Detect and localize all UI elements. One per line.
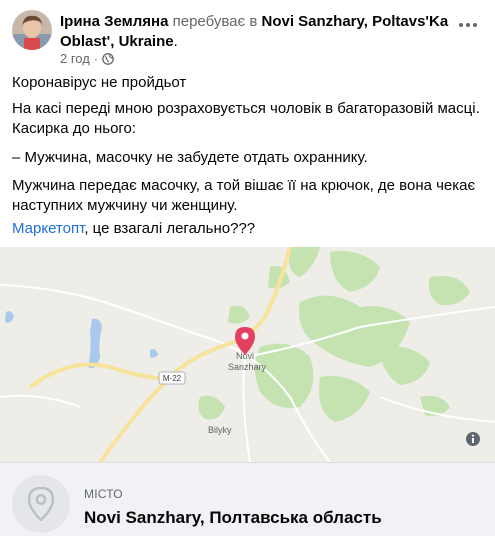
post-title: Ірина Землянa перебуває в Novi Sanzhary,… — [60, 12, 450, 52]
paragraph-4: Маркетопт, це взагалі легально??? — [12, 219, 255, 239]
paragraph-0: Коронавірус не пройдьот — [12, 74, 187, 91]
place-name-link[interactable]: Novi Sanzhary, Полтавська область — [84, 507, 382, 529]
avatar[interactable] — [12, 10, 52, 50]
status-verb: перебуває в — [172, 13, 258, 30]
meta-separator: · — [93, 52, 98, 66]
title-period: . — [173, 33, 178, 50]
town-label-2: Sanzhary — [228, 362, 267, 372]
paragraph-1-line-1: На касі переді мною розраховується чолов… — [12, 100, 480, 117]
road-label: M-22 — [163, 374, 182, 383]
globe-icon[interactable] — [101, 53, 114, 65]
author-name[interactable]: Ірина Землянa — [60, 13, 168, 30]
info-icon[interactable] — [465, 431, 481, 447]
place-kind: МІСТО — [84, 487, 123, 501]
village-label: Bilyky — [208, 425, 232, 435]
checkin-place-line2: Oblast', Ukraine — [60, 33, 174, 50]
marketopt-link[interactable]: Маркетопт — [12, 220, 84, 237]
checkin-place-line1: Novi Sanzhary, Poltavs'Ka — [261, 13, 449, 30]
paragraph-1-line-2: Касирка до нього: — [12, 120, 137, 137]
post-meta: 2 год · — [60, 51, 114, 67]
more-options-icon — [459, 23, 477, 27]
paragraph-3-line-1: Мужчина передає масочку, а той вішає її … — [12, 177, 476, 194]
more-options-button[interactable] — [455, 12, 481, 38]
paragraph-4-rest: , це взагалі легально??? — [84, 220, 256, 237]
post-timestamp[interactable]: 2 год — [60, 51, 90, 67]
place-card[interactable]: МІСТО Novi Sanzhary, Полтавська область — [0, 462, 495, 536]
map-preview[interactable]: M-22 Novi Sanzhary Bilyky — [0, 247, 495, 462]
paragraph-3-line-2: наступних мужчину чи женщину. — [12, 197, 238, 214]
paragraph-2: – Мужчина, масочку не забудете отдать ох… — [12, 149, 368, 166]
post-header: Ірина Землянa перебуває в Novi Sanzhary,… — [0, 0, 495, 70]
location-pin-icon — [12, 475, 70, 533]
